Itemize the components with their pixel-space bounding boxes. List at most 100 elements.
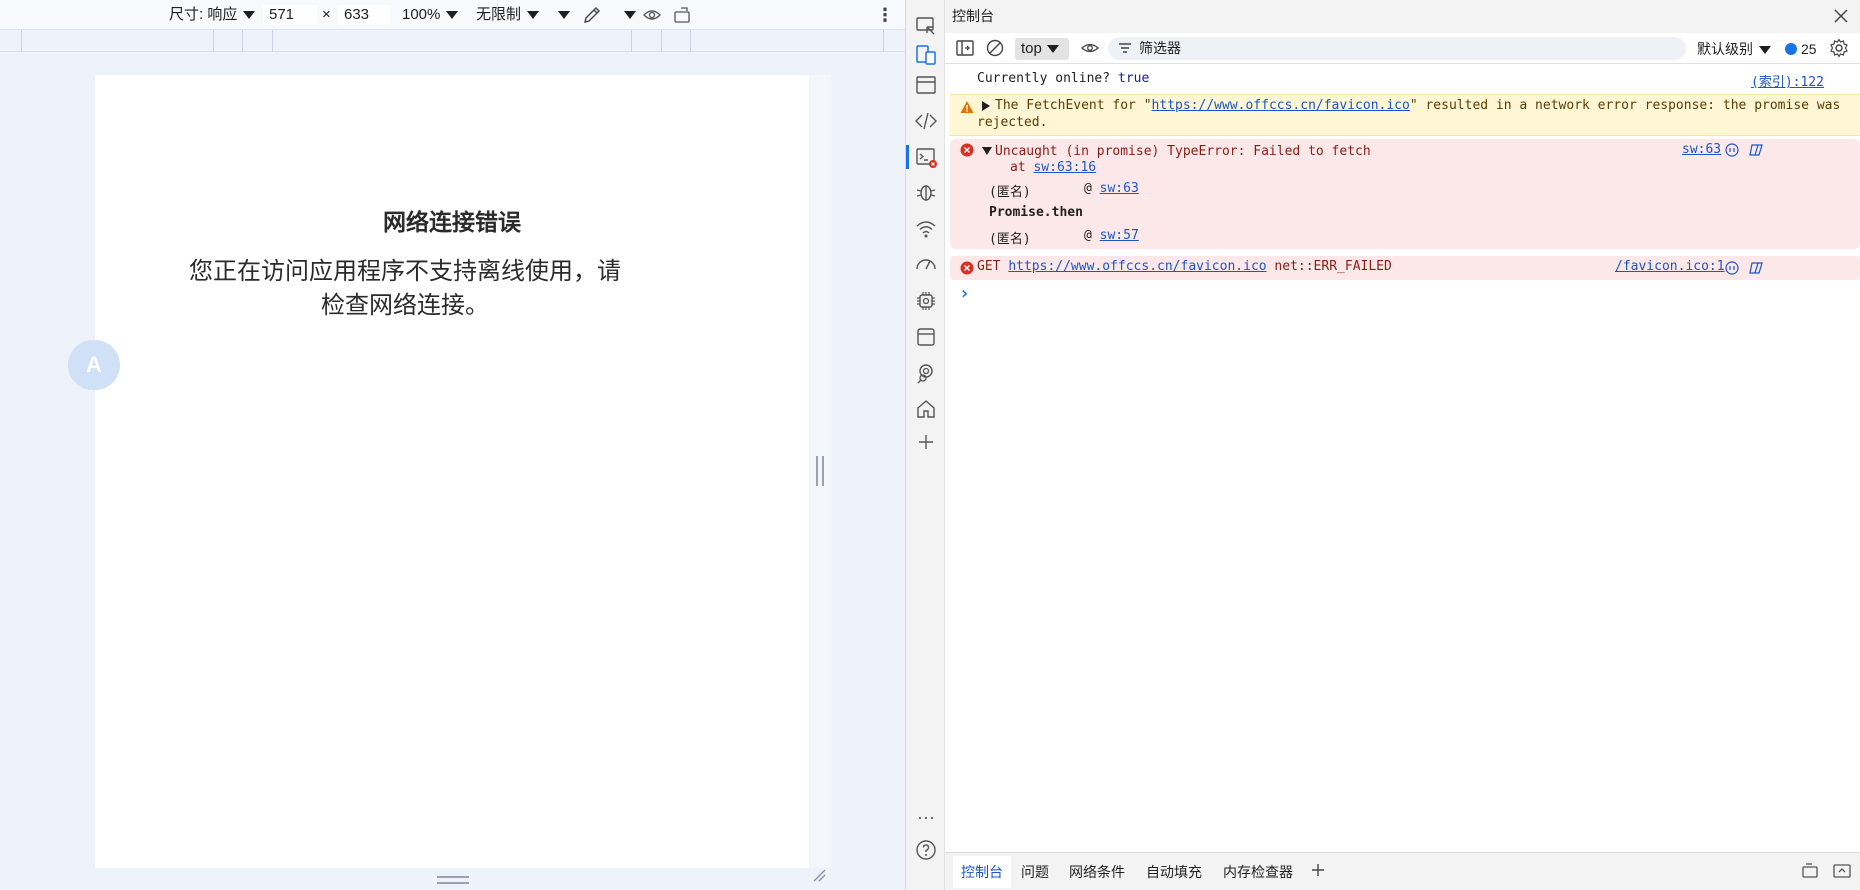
help-icon[interactable] xyxy=(914,838,938,862)
drawer-tab-bar: 控制台 问题 网络条件 自动填充 内存检查器 xyxy=(945,852,1860,890)
log-value: true xyxy=(1118,71,1150,86)
filter-icon xyxy=(1117,38,1133,58)
dock-drawer-icon[interactable] xyxy=(1800,862,1820,880)
viewport-width-input[interactable] xyxy=(263,5,317,25)
drawer-tab-network-conditions[interactable]: 网络条件 xyxy=(1069,862,1125,882)
context-label: top xyxy=(1021,40,1042,57)
vision-eye-icon[interactable] xyxy=(642,5,662,25)
resize-handle-right[interactable] xyxy=(816,456,824,486)
stack-fn-name: (匿名) xyxy=(989,185,1031,200)
add-tab-plus-icon[interactable] xyxy=(1309,861,1327,879)
times-sign: × xyxy=(322,6,331,23)
inspect-element-icon[interactable] xyxy=(914,14,938,38)
close-icon[interactable] xyxy=(1832,7,1850,25)
network-wifi-icon[interactable] xyxy=(914,217,938,241)
eyedropper-icon[interactable] xyxy=(582,5,602,25)
console-error-message: GET https://www.offccs.cn/favicon.ico ne… xyxy=(950,256,1860,280)
source-link[interactable]: /favicon.ico:1 xyxy=(1615,259,1725,274)
collapse-triangle-icon[interactable] xyxy=(982,147,992,155)
error-at-label: at xyxy=(1010,160,1026,175)
issues-icon xyxy=(1785,43,1797,55)
more-options-dropdown[interactable] xyxy=(552,0,570,30)
chevron-down-icon xyxy=(1046,45,1059,54)
warning-url-link[interactable]: https://www.offccs.cn/favicon.ico xyxy=(1152,98,1410,113)
filter-input[interactable]: 筛选器 xyxy=(1108,37,1686,60)
devtools-title: 控制台 xyxy=(945,0,1860,33)
live-expression-eye-icon[interactable] xyxy=(1080,38,1100,58)
chevron-down-icon xyxy=(527,11,540,20)
drawer-tab-issues[interactable]: 问题 xyxy=(1021,862,1049,882)
performance-gauge-icon[interactable] xyxy=(914,252,938,276)
request-url-link[interactable]: https://www.offccs.cn/favicon.ico xyxy=(1008,259,1266,274)
page-title: 网络连接错误 xyxy=(383,209,521,235)
ai-explain-icon[interactable] xyxy=(1725,143,1739,157)
chevron-down-icon xyxy=(1759,46,1771,55)
translate-icon[interactable]: A xyxy=(68,340,120,390)
error-text: Uncaught (in promise) TypeError: Failed … xyxy=(995,144,1371,159)
elements-panel-icon[interactable] xyxy=(914,73,938,97)
dimensions-dropdown[interactable]: 尺寸: 响应 xyxy=(169,0,256,30)
device-toolbar-icon[interactable] xyxy=(914,43,938,67)
context-select[interactable]: top xyxy=(1015,38,1069,60)
console-error-message: Uncaught (in promise) TypeError: Failed … xyxy=(950,139,1860,249)
ruler-tick xyxy=(272,30,273,52)
more-tools-plus-icon[interactable] xyxy=(914,430,938,454)
expand-triangle-icon[interactable] xyxy=(982,101,990,111)
home-icon[interactable] xyxy=(914,397,938,421)
console-log-message: Currently online? true (索引):122 xyxy=(945,71,1860,91)
stack-link[interactable]: sw:57 xyxy=(1100,228,1139,243)
stack-frame-1: (匿名) @ sw:63 xyxy=(989,181,1139,200)
sidebar-toggle-icon[interactable] xyxy=(955,38,975,58)
copilot-icon[interactable] xyxy=(1749,261,1763,275)
ruler-tick xyxy=(883,30,884,52)
warning-prefix: The FetchEvent for " xyxy=(995,98,1152,113)
ruler-tick xyxy=(213,30,214,52)
drawer-tab-autofill[interactable]: 自动填充 xyxy=(1146,862,1202,882)
stack-frame-2: (匿名) @ sw:57 xyxy=(989,228,1139,247)
warning-line-1: The FetchEvent for "https://www.offccs.c… xyxy=(995,98,1840,113)
debugger-bug-icon[interactable] xyxy=(914,180,938,204)
more-ellipsis-icon[interactable]: ··· xyxy=(914,808,938,832)
resize-handle-bottom[interactable] xyxy=(437,876,469,884)
warning-icon xyxy=(960,100,974,114)
stack-link[interactable]: sw:63 xyxy=(1100,181,1139,196)
device-emulation-area: 尺寸: 响应 × 100% 无限制 ⋮ 网络连接错误 您正在访问应用程序不支持离… xyxy=(0,0,905,890)
error-at-link[interactable]: sw:63:16 xyxy=(1033,160,1096,175)
throttle-dropdown[interactable]: 无限制 xyxy=(476,0,540,30)
zoom-dropdown[interactable]: 100% xyxy=(402,0,459,30)
application-panel-icon[interactable] xyxy=(914,325,938,349)
ruler-tick xyxy=(690,30,691,52)
dimensions-label: 尺寸: 响应 xyxy=(169,6,238,23)
ai-explain-icon[interactable] xyxy=(1725,261,1739,275)
kebab-menu-icon[interactable]: ⋮ xyxy=(876,0,894,30)
eyedropper-dropdown[interactable] xyxy=(618,0,636,30)
stack-location: @ sw:57 xyxy=(1084,228,1204,243)
close-drawer-icon[interactable] xyxy=(1832,862,1852,880)
chevron-down-icon xyxy=(624,11,636,20)
issues-counter[interactable]: 25 xyxy=(1785,38,1817,60)
net-error-code: net::ERR_FAILED xyxy=(1274,259,1392,274)
rotate-device-icon[interactable] xyxy=(672,5,694,25)
chevron-down-icon xyxy=(446,11,459,20)
clear-console-icon[interactable] xyxy=(985,38,1005,58)
devtools-activity-bar: ··· xyxy=(905,0,945,890)
viewport-height-input[interactable] xyxy=(338,5,390,25)
memory-chip-icon[interactable] xyxy=(914,289,938,313)
drawer-tab-console[interactable]: 控制台 xyxy=(953,856,1011,888)
ruler-tick xyxy=(631,30,632,52)
warning-suffix: " resulted in a network error response: … xyxy=(1409,98,1841,113)
stack-async-label: Promise.then xyxy=(989,205,1083,220)
security-settings-icon[interactable] xyxy=(914,361,938,385)
console-prompt[interactable]: › xyxy=(945,283,1860,305)
stack-location: @ sw:63 xyxy=(1084,181,1204,196)
device-toolbar: 尺寸: 响应 × 100% 无限制 ⋮ xyxy=(0,0,905,30)
console-settings-gear-icon[interactable] xyxy=(1829,38,1849,58)
copilot-icon[interactable] xyxy=(1749,143,1763,157)
resize-handle-corner[interactable] xyxy=(812,868,826,882)
source-link[interactable]: sw:63 xyxy=(1682,142,1721,157)
console-panel-icon[interactable] xyxy=(914,145,938,169)
drawer-tab-memory-inspector[interactable]: 内存检查器 xyxy=(1223,862,1293,882)
log-level-select[interactable]: 默认级别 xyxy=(1697,38,1771,60)
source-link[interactable]: (索引):122 xyxy=(1751,71,1824,90)
sources-code-icon[interactable] xyxy=(914,109,938,133)
